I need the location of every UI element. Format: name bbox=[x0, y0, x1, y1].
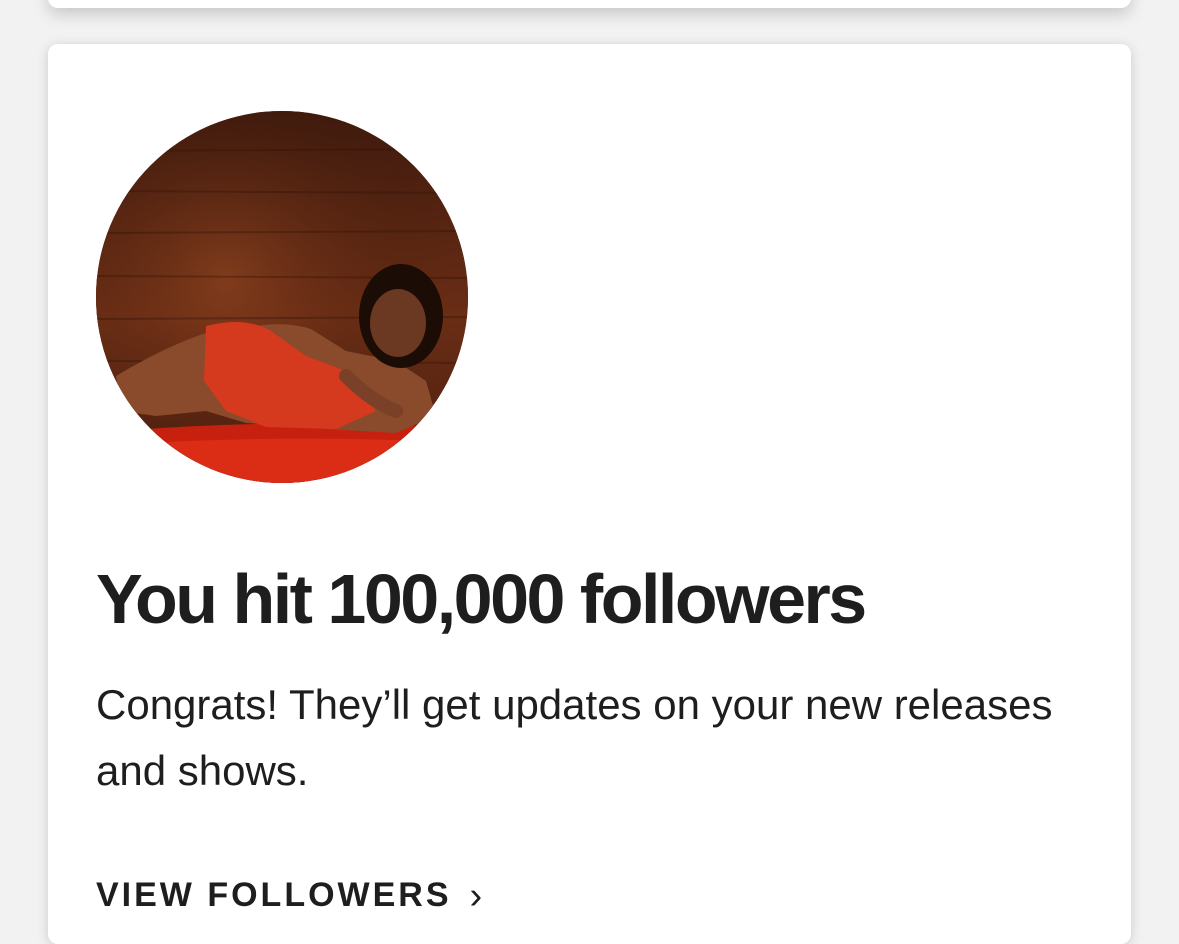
milestone-title: You hit 100,000 followers bbox=[96, 560, 867, 638]
milestone-card: You hit 100,000 followers Congrats! They… bbox=[48, 44, 1131, 944]
artist-avatar bbox=[96, 111, 468, 483]
artist-avatar-image bbox=[96, 111, 468, 483]
chevron-right-icon: › bbox=[469, 874, 483, 917]
milestone-message: Congrats! They’ll get updates on your ne… bbox=[96, 681, 1053, 794]
view-followers-button[interactable]: VIEW FOLLOWERS › bbox=[96, 876, 482, 915]
previous-card bbox=[48, 0, 1131, 8]
view-followers-label: VIEW FOLLOWERS bbox=[96, 876, 452, 914]
